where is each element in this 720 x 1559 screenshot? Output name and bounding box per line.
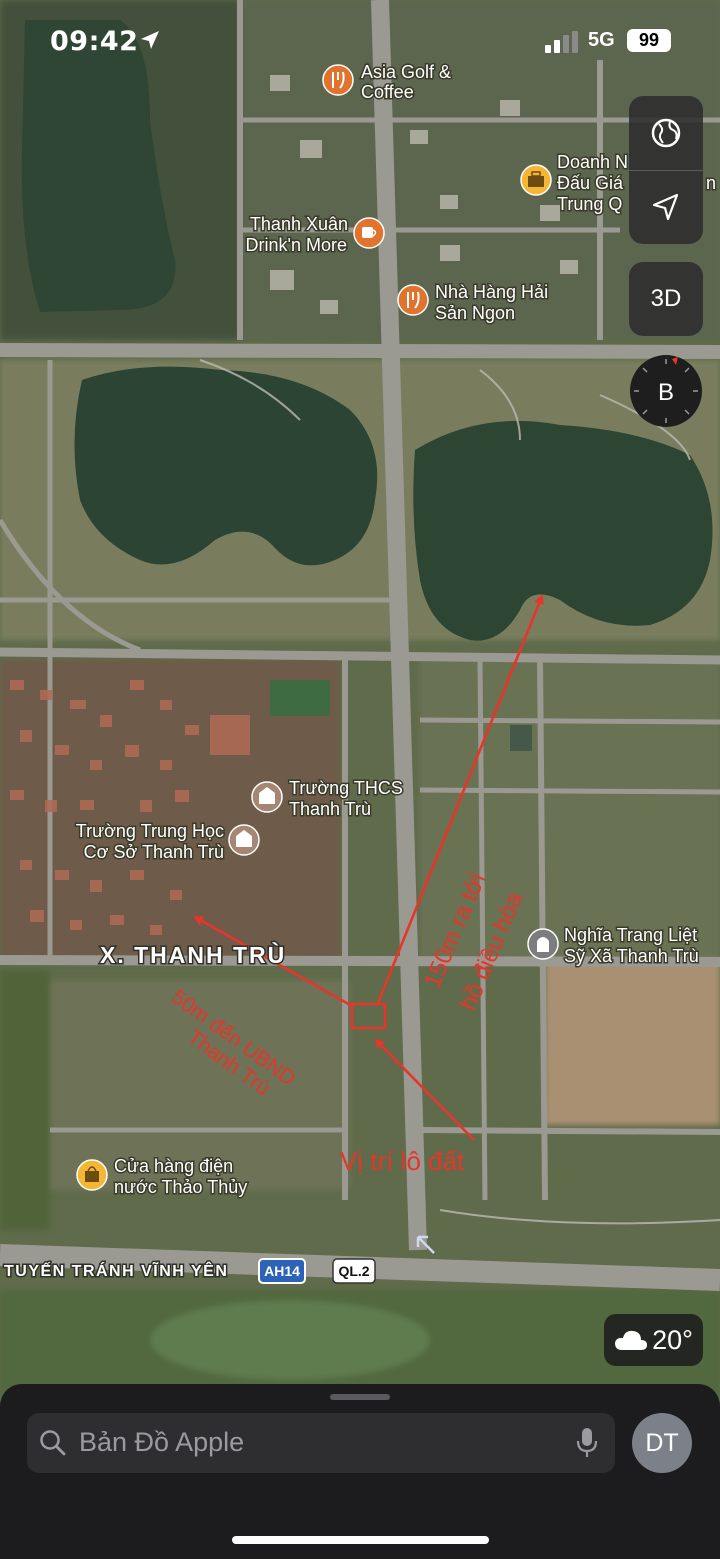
- home-indicator: [232, 1536, 489, 1544]
- signal-bars-icon: [545, 31, 578, 53]
- map-mode-button[interactable]: [629, 96, 703, 170]
- svg-text:Drink'n More: Drink'n More: [246, 235, 347, 255]
- road-label: TUYẾN TRÁNH VĨNH YÊN: [4, 1260, 228, 1280]
- three-d-button[interactable]: 3D: [629, 262, 703, 336]
- svg-text:Coffee: Coffee: [361, 82, 414, 102]
- svg-text:Thanh Trù: Thanh Trù: [289, 799, 371, 819]
- svg-text:Nhà Hàng Hải: Nhà Hàng Hải: [435, 282, 548, 302]
- svg-text:Trung Q: Trung Q: [557, 194, 622, 214]
- road-shield-ql2: QL.2: [332, 1258, 376, 1284]
- svg-text:Doanh N: Doanh N: [557, 152, 628, 172]
- area-label: X. THANH TRÙ: [100, 941, 286, 968]
- svg-text:Cơ Sở Thanh Trù: Cơ Sở Thanh Trù: [84, 842, 224, 862]
- weather-badge: 20°: [604, 1314, 703, 1366]
- network-type: 5G: [588, 29, 615, 51]
- location-arrow-icon: [141, 31, 159, 49]
- search-input[interactable]: Bản Đồ Apple: [79, 1427, 244, 1458]
- svg-text:Trường THCS: Trường THCS: [289, 778, 403, 798]
- svg-text:Sản Ngon: Sản Ngon: [435, 303, 515, 323]
- svg-text:Nghĩa Trang Liệt: Nghĩa Trang Liệt: [564, 925, 697, 945]
- cloud-icon: [615, 1330, 648, 1350]
- svg-text:QL.2: QL.2: [338, 1263, 369, 1279]
- svg-text:n: n: [706, 173, 716, 193]
- locate-me-button[interactable]: [629, 170, 703, 244]
- compass-letter: B: [658, 379, 674, 406]
- map-controls: [629, 96, 703, 244]
- battery-level: 99: [627, 29, 671, 52]
- svg-text:nước Thảo Thủy: nước Thảo Thủy: [114, 1177, 247, 1197]
- svg-text:AH14: AH14: [264, 1263, 300, 1279]
- account-avatar[interactable]: DT: [632, 1413, 692, 1473]
- svg-text:Trường Trung Học: Trường Trung Học: [76, 821, 224, 841]
- globe-icon: [651, 118, 681, 148]
- compass-button[interactable]: B: [629, 354, 703, 428]
- status-bar: 09:42 5G 99: [0, 0, 720, 80]
- search-icon: [40, 1430, 66, 1456]
- plot-note: Vị trí lô đất: [340, 1146, 465, 1176]
- sheet-grabber[interactable]: [330, 1394, 390, 1400]
- weather-temp: 20°: [652, 1324, 693, 1355]
- microphone-icon[interactable]: [576, 1427, 598, 1459]
- location-arrow-outline-icon: [652, 193, 679, 221]
- svg-text:Đấu Giá: Đấu Giá: [557, 173, 624, 193]
- svg-text:Cửa hàng điện: Cửa hàng điện: [114, 1156, 233, 1176]
- svg-text:Sỹ Xã Thanh Trù: Sỹ Xã Thanh Trù: [564, 946, 699, 966]
- svg-text:Thanh Xuân: Thanh Xuân: [250, 214, 348, 234]
- search-bar[interactable]: Bản Đồ Apple: [27, 1413, 615, 1473]
- bottom-sheet: Bản Đồ Apple DT: [0, 1384, 720, 1559]
- road-shield-ah14: AH14: [258, 1258, 306, 1284]
- status-time: 09:42: [50, 26, 139, 57]
